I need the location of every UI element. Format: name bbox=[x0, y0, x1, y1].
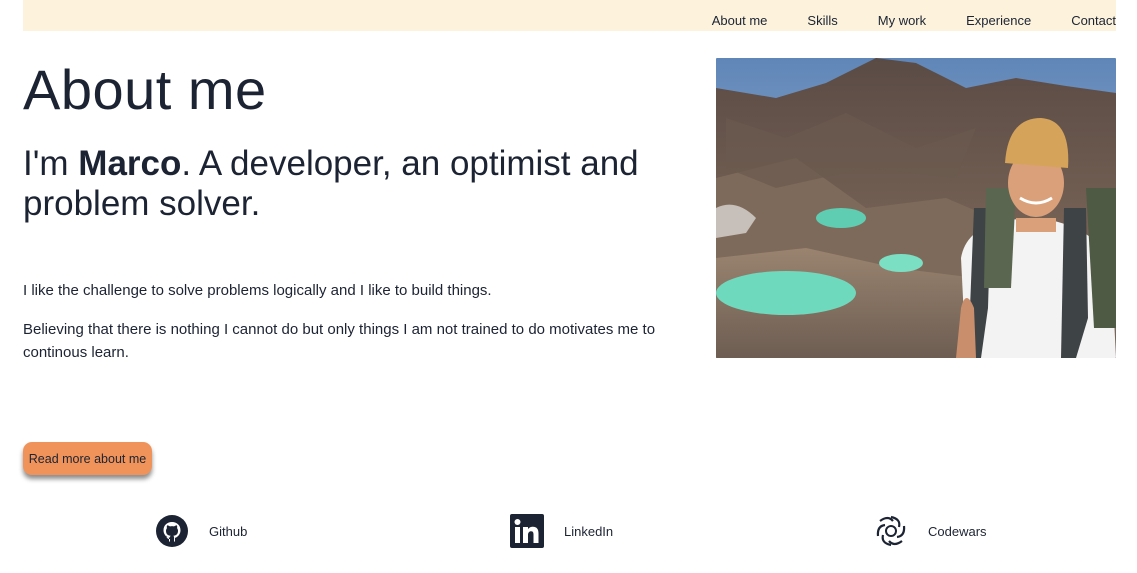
nav-item-about-me[interactable]: About me bbox=[712, 13, 768, 29]
page-title: About me bbox=[23, 58, 267, 121]
nav-item-experience[interactable]: Experience bbox=[966, 13, 1031, 29]
profile-photo-illustration bbox=[716, 58, 1116, 358]
linkedin-label: LinkedIn bbox=[564, 523, 614, 539]
top-navigation: About me Skills My work Experience Conta… bbox=[23, 0, 1116, 31]
intro-heading: I'm Marco. A developer, an optimist and … bbox=[23, 144, 703, 224]
github-icon bbox=[155, 514, 189, 548]
github-label: Github bbox=[209, 523, 248, 539]
codewars-label: Codewars bbox=[928, 523, 987, 539]
nav-item-contact[interactable]: Contact bbox=[1071, 13, 1116, 29]
about-paragraph-2: Believing that there is nothing I cannot… bbox=[23, 321, 656, 361]
profile-photo bbox=[716, 58, 1116, 358]
nav-links: About me Skills My work Experience Conta… bbox=[672, 13, 1116, 29]
about-paragraph-1: I like the challenge to solve problems l… bbox=[23, 282, 492, 299]
codewars-link[interactable]: Codewars bbox=[874, 514, 987, 548]
github-link[interactable]: Github bbox=[155, 514, 247, 548]
linkedin-icon bbox=[510, 514, 544, 548]
intro-name: Marco bbox=[78, 144, 182, 183]
nav-item-skills[interactable]: Skills bbox=[807, 13, 837, 29]
codewars-icon bbox=[874, 514, 908, 548]
read-more-button[interactable]: Read more about me bbox=[23, 442, 152, 475]
linkedin-link[interactable]: LinkedIn bbox=[510, 514, 613, 548]
nav-item-my-work[interactable]: My work bbox=[878, 13, 926, 29]
intro-prefix: I'm bbox=[23, 144, 79, 183]
